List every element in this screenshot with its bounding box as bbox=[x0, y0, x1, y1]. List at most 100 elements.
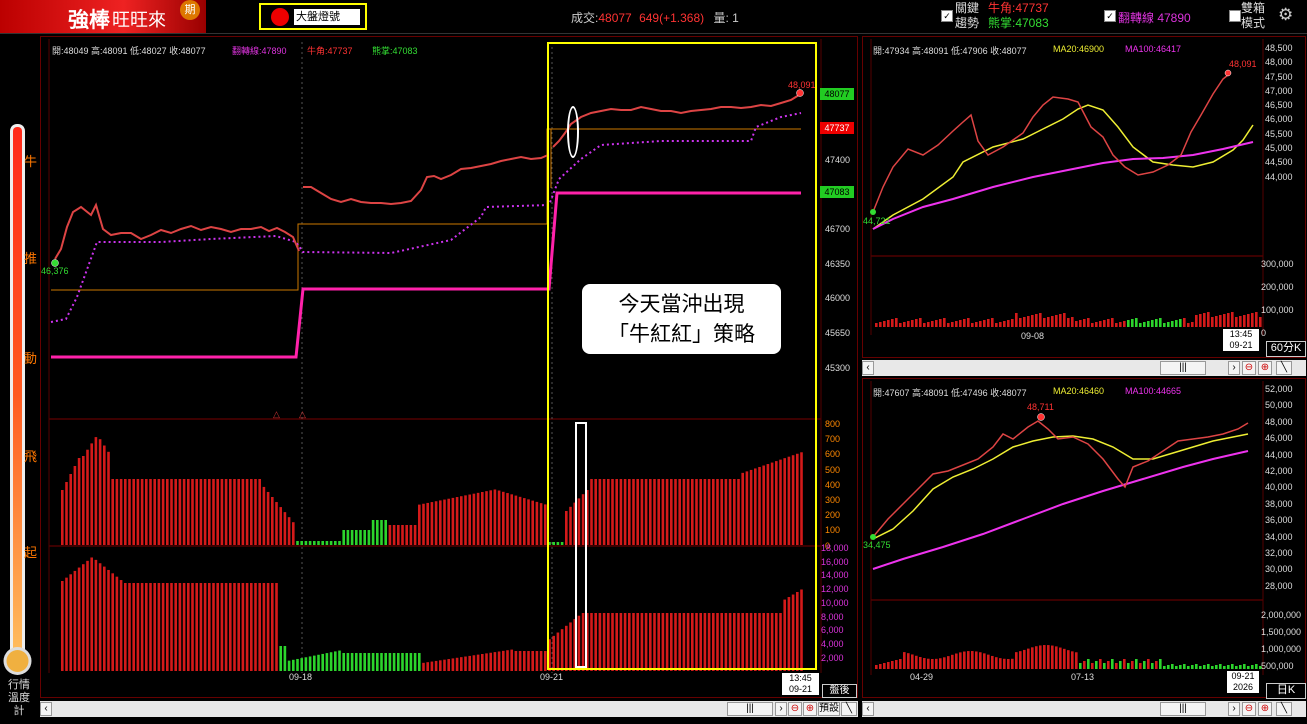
high-60min: 48,091 bbox=[1229, 59, 1257, 69]
bar bbox=[250, 583, 253, 671]
scroll-right-icon[interactable]: › bbox=[1228, 702, 1240, 716]
callout-line-1: 今天當沖出現 bbox=[618, 292, 745, 316]
indicator-1-axis: 800 700 600 500 400 300 200 100 0 bbox=[825, 417, 840, 554]
bar bbox=[86, 560, 89, 671]
draw-line-icon[interactable]: ╲ bbox=[1276, 702, 1292, 716]
scroll-left-icon[interactable]: ‹ bbox=[862, 361, 874, 375]
bar bbox=[1255, 312, 1258, 327]
bar bbox=[401, 525, 404, 545]
bar bbox=[468, 655, 471, 671]
chart-daily[interactable]: 開:47607 高:48091 低:47496 收:48077 MA20:464… bbox=[862, 378, 1306, 699]
bar bbox=[313, 541, 316, 545]
bar bbox=[1223, 666, 1226, 669]
scroll-left-icon[interactable]: ‹ bbox=[40, 702, 52, 716]
bar bbox=[216, 479, 219, 545]
bar bbox=[292, 522, 295, 545]
bar bbox=[1199, 666, 1202, 669]
bar bbox=[443, 499, 446, 545]
main-reversal-info: 翻轉線:47890 bbox=[232, 46, 287, 56]
timestamp-daily: 09-21 2026 bbox=[1227, 671, 1259, 693]
low-60min: 44,721 bbox=[863, 216, 891, 226]
zoom-in-icon[interactable]: ⊕ bbox=[803, 702, 817, 716]
key-trend-checkbox[interactable]: ✓ bbox=[941, 10, 953, 22]
bar bbox=[1163, 666, 1166, 669]
bar bbox=[481, 492, 484, 545]
bar bbox=[1075, 321, 1078, 327]
bar bbox=[182, 583, 186, 671]
draw-line-icon[interactable]: ╲ bbox=[841, 702, 857, 716]
bar bbox=[426, 662, 429, 671]
bar bbox=[380, 520, 383, 545]
dual-box-checkbox[interactable] bbox=[1229, 10, 1241, 22]
zoom-in-icon[interactable]: ⊕ bbox=[1258, 361, 1272, 375]
period-60min-button[interactable]: 60分K bbox=[1266, 341, 1306, 357]
scroll-thumb[interactable]: ||| bbox=[1160, 702, 1206, 716]
bar bbox=[65, 482, 68, 545]
highlight-ellipse bbox=[567, 106, 579, 158]
price-tick: 48,000 bbox=[1265, 416, 1293, 427]
scroll-right-icon[interactable]: › bbox=[775, 702, 787, 716]
scrollbar-daily[interactable]: ‹ ||| › ⊖ ⊕ ╲ bbox=[862, 701, 1306, 717]
level-push: 推 bbox=[24, 251, 38, 266]
zoom-out-icon[interactable]: ⊖ bbox=[1242, 361, 1256, 375]
bar bbox=[1187, 323, 1190, 327]
bar bbox=[1063, 648, 1066, 669]
low-daily: 34,475 bbox=[863, 540, 891, 550]
scroll-thumb[interactable]: ||| bbox=[727, 702, 773, 716]
bar bbox=[1127, 663, 1130, 669]
bar bbox=[995, 657, 998, 669]
scroll-thumb[interactable]: ||| bbox=[1160, 361, 1206, 375]
market-light-button[interactable]: 大盤燈號 bbox=[259, 3, 367, 30]
bar bbox=[1119, 322, 1122, 327]
bar bbox=[174, 479, 177, 545]
bar bbox=[447, 498, 450, 545]
zoom-in-icon[interactable]: ⊕ bbox=[1258, 702, 1272, 716]
scroll-right-icon[interactable]: › bbox=[1228, 361, 1240, 375]
bar bbox=[279, 507, 282, 545]
main-intraday-chart[interactable]: △ △ 開:48049 高:48091 低:48027 收:48077 翻轉線:… bbox=[40, 36, 858, 698]
scroll-left-icon[interactable]: ‹ bbox=[862, 702, 874, 716]
bar bbox=[1115, 323, 1118, 327]
period-daily-button[interactable]: 日K bbox=[1266, 683, 1306, 699]
volume-daily-bars bbox=[875, 645, 1262, 669]
zoom-out-icon[interactable]: ⊖ bbox=[788, 702, 802, 716]
bar bbox=[325, 541, 329, 545]
main-scrollbar[interactable]: ‹ ||| › ⊖ ⊕ 預設 ╲ bbox=[40, 701, 858, 717]
price-tick: 40,000 bbox=[1265, 482, 1293, 493]
highlight-rect bbox=[575, 422, 587, 668]
bar bbox=[325, 653, 329, 671]
bar bbox=[103, 445, 106, 545]
draw-line-icon[interactable]: ╲ bbox=[1276, 361, 1292, 375]
bar bbox=[959, 652, 962, 669]
high-daily: 48,711 bbox=[1027, 402, 1054, 412]
bar bbox=[1047, 317, 1050, 327]
ind2-tick: 16,000 bbox=[821, 556, 849, 567]
preset-button[interactable]: 預設 bbox=[818, 702, 840, 716]
bar bbox=[1071, 651, 1074, 669]
bar bbox=[451, 658, 455, 671]
bar bbox=[979, 321, 982, 327]
bar bbox=[245, 583, 249, 671]
bar bbox=[951, 322, 954, 327]
bar bbox=[1207, 312, 1210, 327]
reversal-checkbox[interactable]: ✓ bbox=[1104, 10, 1116, 22]
bar bbox=[1151, 320, 1154, 327]
bar bbox=[907, 321, 910, 327]
zoom-out-icon[interactable]: ⊖ bbox=[1242, 702, 1256, 716]
session-button[interactable]: 盤後 bbox=[822, 684, 857, 698]
bar bbox=[1155, 319, 1158, 327]
bar bbox=[464, 495, 467, 545]
date-label: 09-18 bbox=[289, 672, 313, 682]
bar bbox=[455, 497, 459, 545]
bar bbox=[409, 653, 413, 671]
gear-icon[interactable]: ⚙ bbox=[1278, 5, 1293, 25]
bar bbox=[355, 530, 358, 545]
bar bbox=[1211, 317, 1214, 327]
bar bbox=[1227, 313, 1230, 327]
bar bbox=[983, 320, 986, 327]
scrollbar-60min[interactable]: ‹ ||| › ⊖ ⊕ ╲ bbox=[862, 360, 1306, 376]
bar bbox=[283, 646, 287, 671]
chart-60min[interactable]: 開:47934 高:48091 低:47906 收:48077 MA20:469… bbox=[862, 36, 1306, 358]
bar bbox=[539, 503, 543, 545]
bar bbox=[1067, 650, 1070, 669]
